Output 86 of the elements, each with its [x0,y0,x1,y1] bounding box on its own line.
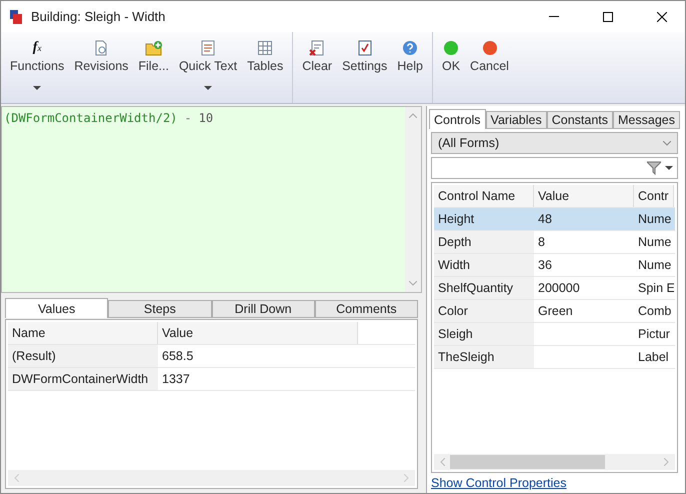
toolbar-button[interactable]: Revisions [69,32,134,103]
scroll-left-icon [440,458,445,466]
table-row[interactable]: Width 36 Nume [434,254,675,277]
chevron-down-icon [663,140,671,146]
tab[interactable]: Messages [613,111,680,129]
toolbar-button[interactable]: Help [392,32,428,103]
ok-circle-icon [443,40,460,56]
column-header[interactable]: Value [158,322,358,344]
toolbar-button[interactable]: Clear [297,32,338,103]
column-header[interactable]: Contr [634,185,674,207]
table-cell-text: Nume [637,257,672,274]
tab[interactable]: Comments [314,300,418,318]
filter-icon [647,161,661,175]
table-cell: Depth [434,231,534,253]
close-icon [657,12,667,22]
scroll-left-icon [14,474,19,482]
table-cell-text: 8 [537,234,546,251]
window-title: Building: Sleigh - Width [31,9,166,24]
clear-document-icon [309,40,326,56]
formula-text: - [184,111,192,125]
table-cell: Sleigh [434,323,534,345]
table-cell-text: 658.5 [161,348,194,365]
vertical-scrollbar[interactable] [405,107,421,292]
table-cell: (Result) [8,345,158,367]
form-dropdown[interactable]: (All Forms) [431,132,678,154]
maximize-icon [603,12,613,22]
minimize-icon [549,16,559,17]
table-cell-text: Nume [637,234,672,251]
caret-icon [665,166,673,170]
scroll-down-icon [409,281,417,286]
table-cell-text: Green [537,303,574,320]
table-row[interactable]: TheSleigh Label [434,346,675,369]
horizontal-scrollbar[interactable] [8,470,415,486]
table-cell: ShelfQuantity [434,277,534,299]
tab[interactable]: Steps [108,300,212,318]
show-control-properties-link[interactable]: Show Control Properties [431,476,678,490]
horizontal-scrollbar[interactable] [434,454,675,470]
table-cell: TheSleigh [434,346,534,368]
document-icon [93,40,110,56]
table-cell: Width [434,254,534,276]
table-row[interactable]: Depth 8 Nume [434,231,675,254]
scroll-up-icon [409,113,417,118]
folder-add-icon [144,40,163,56]
table-cell: Color [434,300,534,322]
formula-text: 10 [198,111,214,125]
toolbar-button[interactable]: Settings [337,32,392,103]
cancel-circle-icon [482,40,498,56]
help-icon [402,40,418,56]
table-row[interactable]: Color Green Comb [434,300,675,323]
table-cell-text: Label [637,349,670,366]
table-cell-text: Comb [637,303,672,320]
column-header[interactable]: Control Name [434,185,534,207]
tab[interactable]: Values [5,298,108,318]
app-icon [9,8,23,24]
formula-text: (DWFormContainerWidth/2) [4,111,178,125]
formula-editor[interactable]: (DWFormContainerWidth/2) - 10 [1,106,422,293]
scroll-right-icon [404,474,409,482]
toolbar-button[interactable]: Tables [242,32,288,103]
table-row[interactable]: ShelfQuantity 200000 Spin E [434,277,675,300]
column-header[interactable]: Value [534,185,634,207]
table-cell: DWFormContainerWidth [8,368,158,390]
checklist-icon [356,40,373,56]
text-lines-icon [200,40,216,56]
table-cell-text: Nume [637,211,672,228]
toolbar-button[interactable]: File... [133,32,174,103]
caret-icon [33,86,42,90]
table-cell-text: 200000 [537,280,581,297]
tab[interactable]: Variables [486,111,547,129]
table-row[interactable]: Sleigh Pictur [434,323,675,346]
tab[interactable]: Controls [429,109,486,129]
table-icon [257,40,274,56]
toolbar-button[interactable]: Quick Text [174,32,242,103]
table-cell-text: 36 [537,257,553,274]
caret-icon [204,86,212,90]
table-cell-text: Pictur [637,326,671,343]
toolbar-button[interactable]: Cancel [465,32,514,103]
table-row[interactable]: Height 48 Nume [434,208,675,231]
column-header[interactable]: Name [8,322,158,344]
filter-field[interactable] [431,157,678,179]
toolbar-button[interactable]: OK [436,32,466,103]
tab[interactable]: Drill Down [212,300,315,318]
table-cell-text: 48 [537,211,553,228]
table-cell-text: 1337 [161,371,191,388]
table-cell-text: Spin E [637,280,674,297]
scroll-right-icon [664,458,669,466]
tab[interactable]: Constants [546,111,614,129]
